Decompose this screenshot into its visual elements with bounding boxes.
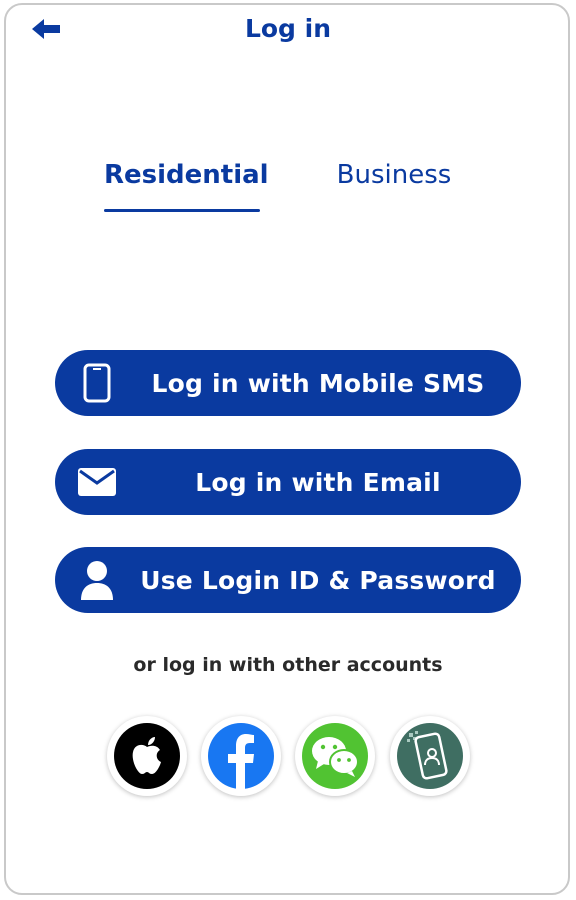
facebook-icon (228, 734, 254, 789)
mobile-app-id-icon (407, 731, 448, 780)
mobile-app-login-button[interactable] (390, 716, 470, 796)
envelope-icon (77, 449, 117, 515)
login-id-password-label: Use Login ID & Password (140, 565, 496, 595)
page-title: Log in (244, 14, 332, 43)
login-id-password-button[interactable]: Use Login ID & Password (55, 547, 521, 613)
login-mobile-sms-button[interactable]: Log in with Mobile SMS (55, 350, 521, 416)
account-type-tabs: Residential Business (0, 160, 576, 220)
facebook-login-button[interactable] (201, 716, 281, 796)
mobile-phone-icon (77, 350, 117, 416)
wechat-login-button[interactable] (295, 716, 375, 796)
tab-residential[interactable]: Residential (104, 160, 269, 190)
apple-login-button[interactable] (107, 716, 187, 796)
user-icon (77, 547, 117, 613)
login-email-label: Log in with Email (195, 467, 441, 497)
wechat-icon (312, 737, 359, 777)
active-tab-indicator (104, 209, 260, 212)
social-login-row (0, 716, 576, 800)
apple-icon (132, 737, 161, 774)
login-email-button[interactable]: Log in with Email (55, 449, 521, 515)
login-mobile-sms-label: Log in with Mobile SMS (151, 368, 485, 398)
tab-business[interactable]: Business (316, 160, 472, 190)
other-accounts-label: or log in with other accounts (133, 654, 443, 676)
